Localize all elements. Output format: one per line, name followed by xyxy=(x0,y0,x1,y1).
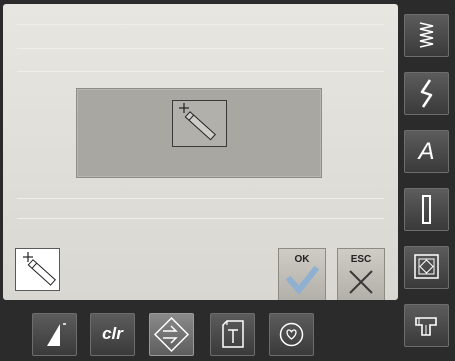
pencil-mode-button[interactable] xyxy=(15,248,60,291)
main-panel: OK ESC xyxy=(3,4,398,301)
pencil-crosshair-icon xyxy=(172,100,227,147)
zigzag-stitch-button[interactable] xyxy=(404,14,449,57)
checkmark-icon xyxy=(285,265,320,295)
divider xyxy=(17,218,384,219)
setup-button[interactable] xyxy=(404,304,449,347)
clear-button[interactable]: clr xyxy=(90,313,135,356)
pencil-crosshair-icon xyxy=(27,259,57,286)
divider xyxy=(17,198,384,199)
buttonhole-button[interactable] xyxy=(404,188,449,231)
decorative-stitch-icon xyxy=(420,79,433,108)
buttonhole-icon xyxy=(422,195,431,224)
direction-arrow-button[interactable] xyxy=(149,313,194,356)
zigzag-stitch-icon xyxy=(419,22,434,48)
direction-arrow-icon xyxy=(153,316,190,353)
right-sidebar: A xyxy=(398,0,455,361)
quilt-icon xyxy=(414,254,439,279)
quilt-button[interactable] xyxy=(404,246,449,289)
tutorial-button[interactable] xyxy=(210,313,255,356)
ok-button[interactable]: OK xyxy=(278,248,326,301)
alphabet-button[interactable]: A xyxy=(404,130,449,173)
stitch-length-button[interactable] xyxy=(32,313,77,356)
setup-icon xyxy=(415,317,437,336)
work-field[interactable] xyxy=(76,88,322,178)
close-icon xyxy=(349,270,373,294)
divider xyxy=(17,71,384,72)
esc-button[interactable]: ESC xyxy=(337,248,385,301)
bottom-toolbar: clr xyxy=(0,300,398,361)
divider xyxy=(17,24,384,25)
favorites-button[interactable] xyxy=(269,313,314,356)
tutorial-icon xyxy=(222,320,244,348)
divider xyxy=(17,48,384,49)
alphabet-icon: A xyxy=(418,138,435,165)
decorative-stitch-button[interactable] xyxy=(404,72,449,115)
stitch-length-icon xyxy=(47,323,66,346)
clear-icon: clr xyxy=(102,324,123,343)
favorites-heart-icon xyxy=(279,322,304,347)
